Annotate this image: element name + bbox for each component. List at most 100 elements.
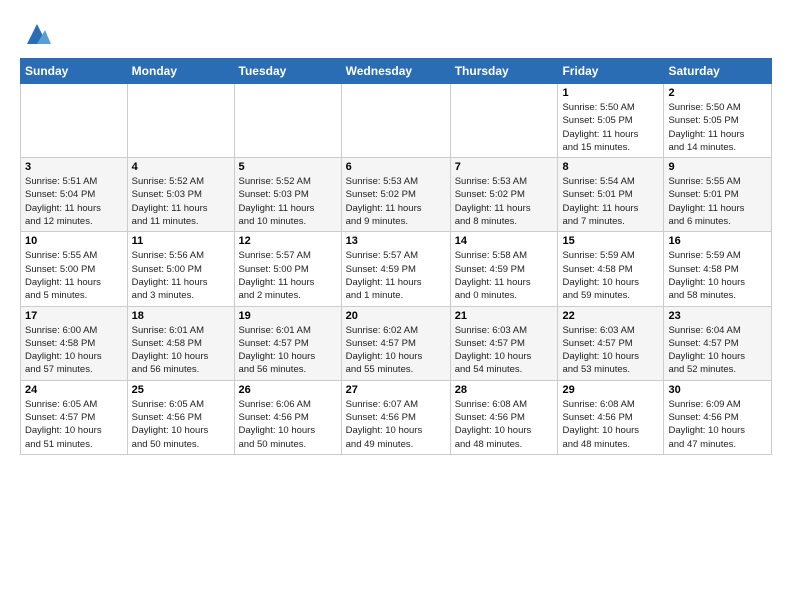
day-info: Sunrise: 5:59 AMSunset: 4:58 PMDaylight:… — [562, 249, 659, 302]
calendar-cell: 23 Sunrise: 6:04 AMSunset: 4:57 PMDayligh… — [664, 306, 772, 380]
calendar-cell: 4Sunrise: 5:52 AMSunset: 5:03 PMDaylight… — [127, 158, 234, 232]
day-number: 22 — [562, 310, 659, 322]
calendar-cell — [21, 84, 128, 158]
day-number: 26 — [239, 384, 337, 396]
day-number: 5 — [239, 161, 337, 173]
day-info: Sunrise: 6:03 AMSunset: 4:57 PMDaylight:… — [455, 324, 554, 377]
calendar-cell: 30 Sunrise: 6:09 AMSunset: 4:56 PMDayligh… — [664, 380, 772, 454]
day-info: Sunrise: 5:57 AMSunset: 5:00 PMDaylight:… — [239, 249, 337, 302]
calendar-cell: 21 Sunrise: 6:03 AMSunset: 4:57 PMDayligh… — [450, 306, 558, 380]
col-monday: Monday — [127, 59, 234, 84]
day-number: 19 — [239, 310, 337, 322]
day-number: 10 — [25, 235, 123, 247]
calendar-cell: 27 Sunrise: 6:07 AMSunset: 4:56 PMDayligh… — [341, 380, 450, 454]
calendar-cell: 5 Sunrise: 5:52 AMSunset: 5:03 PMDaylight… — [234, 158, 341, 232]
calendar-cell: 9 Sunrise: 5:55 AMSunset: 5:01 PMDaylight… — [664, 158, 772, 232]
day-info: Sunrise: 5:58 AMSunset: 4:59 PMDaylight:… — [455, 249, 554, 302]
day-info: Sunrise: 5:55 AMSunset: 5:00 PMDaylight:… — [25, 249, 123, 302]
calendar-cell: 24Sunrise: 6:05 AMSunset: 4:57 PMDayligh… — [21, 380, 128, 454]
calendar-week-row: 10 Sunrise: 5:55 AMSunset: 5:00 PMDayligh… — [21, 232, 772, 306]
day-number: 3 — [25, 161, 123, 173]
day-info: Sunrise: 5:51 AMSunset: 5:04 PMDaylight:… — [25, 175, 123, 228]
calendar-cell: 1 Sunrise: 5:50 AMSunset: 5:05 PMDaylight… — [558, 84, 664, 158]
calendar-week-row: 17Sunrise: 6:00 AMSunset: 4:58 PMDayligh… — [21, 306, 772, 380]
logo — [20, 20, 51, 48]
day-number: 30 — [668, 384, 767, 396]
col-friday: Friday — [558, 59, 664, 84]
day-number: 11 — [132, 235, 230, 247]
day-number: 23 — [668, 310, 767, 322]
day-info: Sunrise: 6:06 AMSunset: 4:56 PMDaylight:… — [239, 398, 337, 451]
day-info: Sunrise: 5:52 AMSunset: 5:03 PMDaylight:… — [239, 175, 337, 228]
day-number: 1 — [562, 87, 659, 99]
calendar-table: Sunday Monday Tuesday Wednesday Thursday… — [20, 58, 772, 455]
calendar-cell: 17Sunrise: 6:00 AMSunset: 4:58 PMDayligh… — [21, 306, 128, 380]
calendar-cell: 18 Sunrise: 6:01 AMSunset: 4:58 PMDayligh… — [127, 306, 234, 380]
col-wednesday: Wednesday — [341, 59, 450, 84]
col-saturday: Saturday — [664, 59, 772, 84]
col-sunday: Sunday — [21, 59, 128, 84]
col-tuesday: Tuesday — [234, 59, 341, 84]
day-info: Sunrise: 6:04 AMSunset: 4:57 PMDaylight:… — [668, 324, 767, 377]
day-info: Sunrise: 5:57 AMSunset: 4:59 PMDaylight:… — [346, 249, 446, 302]
logo-icon — [23, 20, 51, 48]
calendar-cell: 16 Sunrise: 5:59 AMSunset: 4:58 PMDayligh… — [664, 232, 772, 306]
calendar-cell: 15Sunrise: 5:59 AMSunset: 4:58 PMDayligh… — [558, 232, 664, 306]
calendar-cell: 20Sunrise: 6:02 AMSunset: 4:57 PMDayligh… — [341, 306, 450, 380]
calendar-week-row: 24Sunrise: 6:05 AMSunset: 4:57 PMDayligh… — [21, 380, 772, 454]
day-number: 4 — [132, 161, 230, 173]
calendar-cell: 14 Sunrise: 5:58 AMSunset: 4:59 PMDayligh… — [450, 232, 558, 306]
calendar-cell — [234, 84, 341, 158]
day-number: 27 — [346, 384, 446, 396]
calendar-cell: 12 Sunrise: 5:57 AMSunset: 5:00 PMDayligh… — [234, 232, 341, 306]
day-info: Sunrise: 6:01 AMSunset: 4:58 PMDaylight:… — [132, 324, 230, 377]
calendar-cell: 25Sunrise: 6:05 AMSunset: 4:56 PMDayligh… — [127, 380, 234, 454]
calendar-cell — [341, 84, 450, 158]
day-number: 14 — [455, 235, 554, 247]
day-number: 28 — [455, 384, 554, 396]
calendar-cell: 6 Sunrise: 5:53 AMSunset: 5:02 PMDaylight… — [341, 158, 450, 232]
day-number: 7 — [455, 161, 554, 173]
calendar-cell: 8 Sunrise: 5:54 AMSunset: 5:01 PMDaylight… — [558, 158, 664, 232]
day-number: 9 — [668, 161, 767, 173]
day-number: 6 — [346, 161, 446, 173]
day-info: Sunrise: 5:55 AMSunset: 5:01 PMDaylight:… — [668, 175, 767, 228]
page: Sunday Monday Tuesday Wednesday Thursday… — [0, 0, 792, 465]
day-info: Sunrise: 6:03 AMSunset: 4:57 PMDaylight:… — [562, 324, 659, 377]
day-number: 12 — [239, 235, 337, 247]
day-info: Sunrise: 6:09 AMSunset: 4:56 PMDaylight:… — [668, 398, 767, 451]
calendar-cell: 2 Sunrise: 5:50 AMSunset: 5:05 PMDaylight… — [664, 84, 772, 158]
day-info: Sunrise: 6:07 AMSunset: 4:56 PMDaylight:… — [346, 398, 446, 451]
day-number: 2 — [668, 87, 767, 99]
day-info: Sunrise: 5:50 AMSunset: 5:05 PMDaylight:… — [668, 101, 767, 154]
day-info: Sunrise: 5:53 AMSunset: 5:02 PMDaylight:… — [346, 175, 446, 228]
day-info: Sunrise: 6:08 AMSunset: 4:56 PMDaylight:… — [455, 398, 554, 451]
calendar-cell: 13 Sunrise: 5:57 AMSunset: 4:59 PMDayligh… — [341, 232, 450, 306]
day-info: Sunrise: 5:56 AMSunset: 5:00 PMDaylight:… — [132, 249, 230, 302]
day-number: 25 — [132, 384, 230, 396]
day-number: 8 — [562, 161, 659, 173]
calendar-cell: 11 Sunrise: 5:56 AMSunset: 5:00 PMDayligh… — [127, 232, 234, 306]
day-info: Sunrise: 5:59 AMSunset: 4:58 PMDaylight:… — [668, 249, 767, 302]
calendar-cell: 22 Sunrise: 6:03 AMSunset: 4:57 PMDayligh… — [558, 306, 664, 380]
day-number: 24 — [25, 384, 123, 396]
day-number: 17 — [25, 310, 123, 322]
day-number: 20 — [346, 310, 446, 322]
calendar-cell: 26 Sunrise: 6:06 AMSunset: 4:56 PMDayligh… — [234, 380, 341, 454]
calendar-week-row: 1 Sunrise: 5:50 AMSunset: 5:05 PMDaylight… — [21, 84, 772, 158]
calendar-cell: 10 Sunrise: 5:55 AMSunset: 5:00 PMDayligh… — [21, 232, 128, 306]
day-number: 21 — [455, 310, 554, 322]
calendar-cell: 29Sunrise: 6:08 AMSunset: 4:56 PMDayligh… — [558, 380, 664, 454]
day-info: Sunrise: 6:01 AMSunset: 4:57 PMDaylight:… — [239, 324, 337, 377]
day-number: 18 — [132, 310, 230, 322]
calendar-cell: 19 Sunrise: 6:01 AMSunset: 4:57 PMDayligh… — [234, 306, 341, 380]
calendar-week-row: 3 Sunrise: 5:51 AMSunset: 5:04 PMDaylight… — [21, 158, 772, 232]
calendar-cell — [450, 84, 558, 158]
day-number: 16 — [668, 235, 767, 247]
calendar-cell: 3 Sunrise: 5:51 AMSunset: 5:04 PMDaylight… — [21, 158, 128, 232]
day-info: Sunrise: 5:53 AMSunset: 5:02 PMDaylight:… — [455, 175, 554, 228]
day-number: 13 — [346, 235, 446, 247]
day-info: Sunrise: 5:54 AMSunset: 5:01 PMDaylight:… — [562, 175, 659, 228]
day-info: Sunrise: 5:50 AMSunset: 5:05 PMDaylight:… — [562, 101, 659, 154]
header — [20, 16, 772, 48]
